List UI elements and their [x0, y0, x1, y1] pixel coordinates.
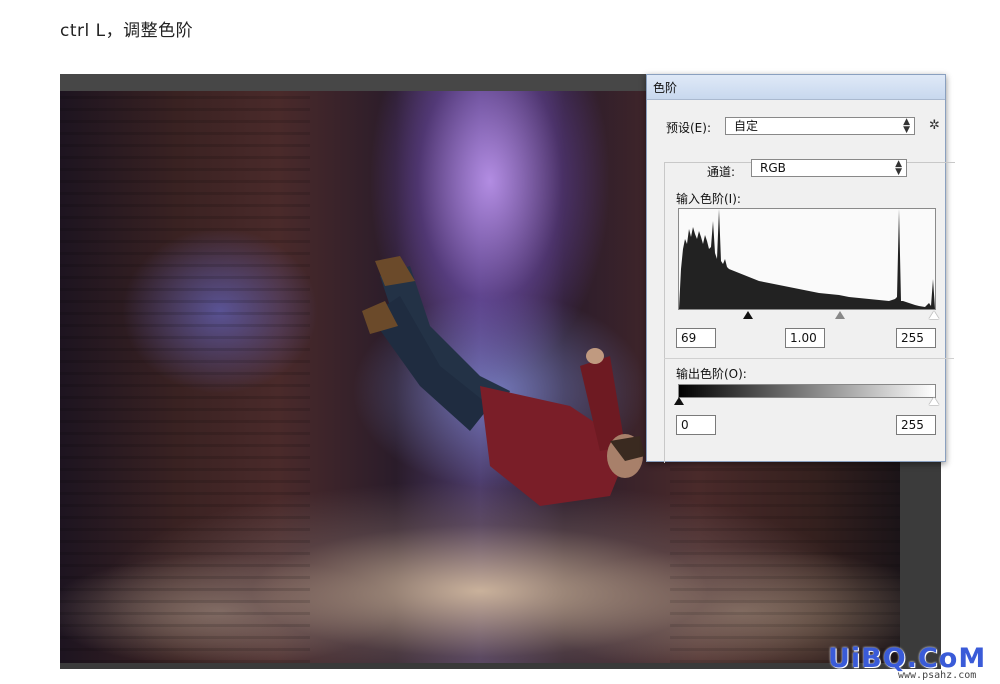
separator — [664, 358, 954, 359]
output-gradient-bar — [678, 384, 936, 398]
gear-icon[interactable]: ✲ — [929, 118, 940, 133]
histogram — [678, 208, 936, 310]
instruction-text: ctrl L，调整色阶 — [60, 21, 194, 41]
preset-label: 预设(E): — [666, 121, 711, 135]
input-black-field[interactable]: 69 — [676, 328, 716, 348]
histogram-graph — [679, 209, 935, 309]
preset-dropdown[interactable]: 自定 ▲ ▼ — [725, 117, 915, 135]
channel-value: RGB — [760, 161, 786, 175]
dialog-title: 色阶 — [647, 75, 945, 100]
updown-arrows-icon: ▲ ▼ — [903, 117, 910, 135]
input-white-field[interactable]: 255 — [896, 328, 936, 348]
preset-value: 自定 — [734, 119, 759, 133]
levels-dialog[interactable]: 色阶 预设(E): 自定 ▲ ▼ ✲ 通道: RGB ▲ ▼ 输入色阶(I): 69… — [646, 74, 955, 463]
updown-arrows-icon: ▲ ▼ — [895, 159, 902, 177]
falling-man-figure — [362, 256, 645, 506]
output-white-field[interactable]: 255 — [896, 415, 936, 435]
output-black-field[interactable]: 0 — [676, 415, 716, 435]
channel-label: 通道: — [703, 163, 740, 180]
brick-wall-left — [60, 91, 310, 663]
output-levels-label: 输出色阶(O): — [676, 367, 747, 381]
watermark-url: www.psahz.com — [898, 670, 977, 681]
channel-dropdown[interactable]: RGB ▲ ▼ — [751, 159, 907, 177]
input-levels-label: 输入色阶(I): — [676, 192, 741, 206]
input-gamma-field[interactable]: 1.00 — [785, 328, 825, 348]
